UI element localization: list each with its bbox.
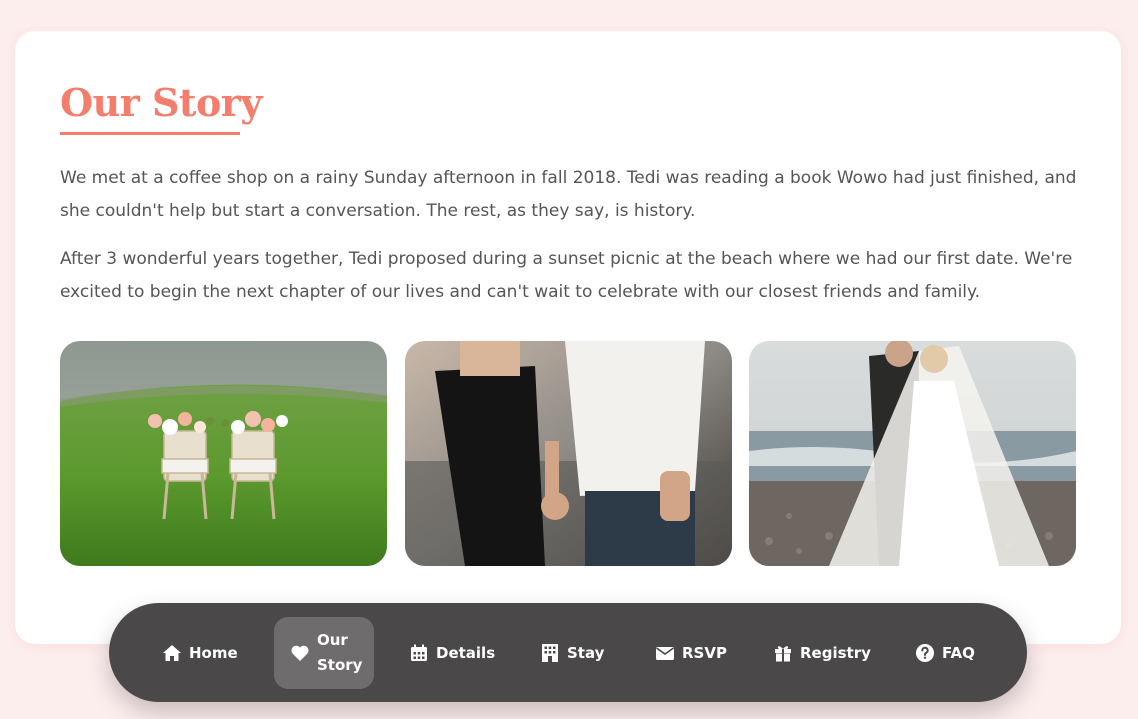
couple-holding-hands-photo <box>405 341 732 566</box>
nav-stay-label: Stay <box>567 643 605 662</box>
story-paragraph-1: We met at a coffee shop on a rainy Sunda… <box>60 168 1077 221</box>
nav-rsvp-label: RSVP <box>682 643 727 662</box>
nav-our-story[interactable]: Our Story <box>289 603 363 702</box>
our-story-card: Our Story We met at a coffee shop on a r… <box>15 31 1121 644</box>
nav-faq[interactable]: FAQ <box>914 603 975 702</box>
nav-details[interactable]: Details <box>408 603 495 702</box>
bride-and-groom-beach-photo <box>749 341 1076 566</box>
nav-registry[interactable]: Registry <box>772 603 871 702</box>
chairs-on-lawn-photo <box>60 341 387 566</box>
nav-stay[interactable]: Stay <box>539 603 604 702</box>
hotel-icon <box>539 642 561 664</box>
nav-details-label: Details <box>436 643 496 662</box>
heart-icon <box>289 642 311 664</box>
nav-home-label: Home <box>189 643 238 662</box>
title-underline <box>60 132 240 135</box>
home-icon <box>161 642 183 664</box>
story-paragraph-2: After 3 wonderful years together, Tedi p… <box>60 249 1073 302</box>
nav-home[interactable]: Home <box>161 603 238 702</box>
question-icon <box>914 642 936 664</box>
nav-registry-label: Registry <box>800 643 871 662</box>
envelope-icon <box>654 642 676 664</box>
nav-our-story-label: Our Story <box>317 630 363 674</box>
bottom-navigation: Home Our Story Details Stay RSVP Registr… <box>109 603 1027 702</box>
nav-rsvp[interactable]: RSVP <box>654 603 727 702</box>
nav-faq-label: FAQ <box>942 643 975 662</box>
calendar-icon <box>408 642 430 664</box>
gift-icon <box>772 642 794 664</box>
section-title: Our Story <box>60 80 262 125</box>
